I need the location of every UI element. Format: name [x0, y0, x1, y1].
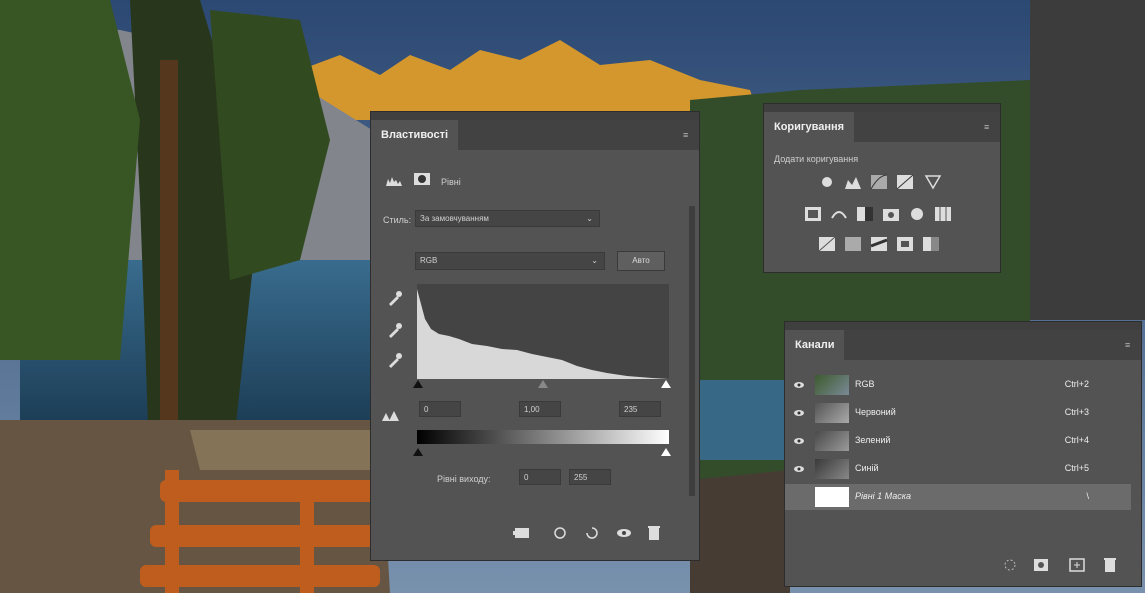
layer-type-label: Рівні: [441, 177, 461, 187]
clip-icon[interactable]: [513, 526, 531, 542]
output-levels-label: Рівні виходу:: [437, 474, 491, 484]
exposure-icon[interactable]: [896, 174, 914, 190]
properties-panel: Властивості ≡ Рівні Стиль: За замовчуван…: [371, 112, 699, 560]
panel-titlebar[interactable]: [785, 322, 1141, 330]
input-gamma-slider[interactable]: [538, 380, 548, 388]
color-balance-icon[interactable]: [830, 206, 848, 222]
view-previous-icon[interactable]: [551, 526, 569, 542]
tab-channels[interactable]: Канали: [785, 330, 845, 360]
channel-name: Рівні 1 Маска: [855, 491, 912, 501]
channel-thumbnail: [815, 431, 849, 451]
channel-name: Синій: [855, 463, 879, 473]
channels-panel: Канали ≡ RGB Ctrl+2 Червоний Ctrl+3 Зеле…: [785, 322, 1141, 586]
panel-tab-row: Властивості ≡: [371, 120, 699, 150]
histogram: [417, 284, 669, 379]
load-selection-icon[interactable]: [1003, 558, 1021, 574]
visibility-icon[interactable]: [615, 526, 633, 542]
output-white-field[interactable]: 255: [569, 469, 611, 485]
channel-row-levels-mask[interactable]: Рівні 1 Маска \: [785, 484, 1131, 510]
chevron-down-icon: ⌄: [586, 214, 593, 223]
channel-row-rgb[interactable]: RGB Ctrl+2: [785, 372, 1131, 398]
channel-mixer-icon[interactable]: [908, 206, 926, 222]
white-eyedropper-icon[interactable]: [387, 352, 405, 368]
panel-menu-icon[interactable]: ≡: [984, 122, 994, 132]
channel-dropdown[interactable]: RGB ⌄: [415, 252, 605, 270]
channel-shortcut: Ctrl+4: [1064, 435, 1089, 445]
tab-properties[interactable]: Властивості: [371, 120, 459, 150]
input-gamma-field[interactable]: 1,00: [519, 401, 561, 417]
levels-histogram-icon: [385, 174, 403, 190]
preset-label: Стиль:: [383, 215, 412, 225]
input-white-slider[interactable]: [661, 380, 671, 388]
channel-thumbnail: [815, 403, 849, 423]
levels-icon[interactable]: [844, 174, 862, 190]
chevron-down-icon: ⌄: [591, 256, 598, 265]
output-black-field[interactable]: 0: [519, 469, 561, 485]
add-adjustment-label: Додати коригування: [774, 154, 859, 164]
mask-thumbnail: [815, 487, 849, 507]
channel-shortcut: Ctrl+5: [1064, 463, 1089, 473]
panel-tab-row: Коригування ≡: [764, 112, 1000, 142]
gray-eyedropper-icon[interactable]: [387, 322, 405, 338]
mask-icon[interactable]: [413, 172, 431, 188]
channel-row-green[interactable]: Зелений Ctrl+4: [785, 428, 1131, 454]
clip-to-layer-icon[interactable]: [381, 408, 399, 424]
trash-icon[interactable]: [1103, 557, 1121, 573]
eye-icon[interactable]: [793, 407, 805, 419]
posterize-icon[interactable]: [844, 236, 862, 252]
color-lookup-icon[interactable]: [934, 206, 952, 222]
black-white-icon[interactable]: [856, 206, 874, 222]
panel-menu-icon[interactable]: ≡: [683, 130, 693, 140]
selective-color-icon[interactable]: [922, 236, 940, 252]
vibrance-icon[interactable]: [924, 174, 942, 190]
channel-name: RGB: [855, 379, 875, 389]
invert-icon[interactable]: [818, 236, 836, 252]
input-black-slider[interactable]: [413, 380, 423, 388]
panel-titlebar[interactable]: [764, 104, 1000, 112]
save-selection-icon[interactable]: [1033, 558, 1051, 574]
output-black-slider[interactable]: [413, 448, 423, 456]
curves-icon[interactable]: [870, 174, 888, 190]
input-white-field[interactable]: 235: [619, 401, 661, 417]
preset-dropdown[interactable]: За замовчуванням ⌄: [415, 210, 600, 227]
panel-titlebar[interactable]: [371, 112, 699, 120]
channel-thumbnail: [815, 375, 849, 395]
channel-shortcut: \: [1086, 491, 1089, 501]
auto-button[interactable]: Авто: [617, 251, 665, 271]
eye-icon[interactable]: [793, 379, 805, 391]
channel-value: RGB: [420, 256, 438, 265]
channel-name: Червоний: [855, 407, 896, 417]
channel-shortcut: Ctrl+2: [1064, 379, 1089, 389]
panel-tab-row: Канали ≡: [785, 330, 1141, 360]
hue-saturation-icon[interactable]: [804, 206, 822, 222]
panel-menu-icon[interactable]: ≡: [1125, 340, 1135, 350]
input-black-field[interactable]: 0: [419, 401, 461, 417]
reset-icon[interactable]: [583, 526, 601, 542]
brightness-contrast-icon[interactable]: [818, 174, 836, 190]
preset-value: За замовчуванням: [420, 214, 489, 223]
output-gradient: [417, 430, 669, 444]
trash-icon[interactable]: [647, 525, 665, 541]
photo-filter-icon[interactable]: [882, 206, 900, 222]
properties-scrollbar[interactable]: [689, 206, 695, 496]
new-channel-icon[interactable]: [1069, 558, 1087, 574]
output-white-slider[interactable]: [661, 448, 671, 456]
eye-icon[interactable]: [793, 463, 805, 475]
black-eyedropper-icon[interactable]: [387, 290, 405, 306]
channel-row-blue[interactable]: Синій Ctrl+5: [785, 456, 1131, 482]
channel-shortcut: Ctrl+3: [1064, 407, 1089, 417]
channel-name: Зелений: [855, 435, 891, 445]
tab-adjustments[interactable]: Коригування: [764, 112, 855, 142]
eye-icon[interactable]: [793, 435, 805, 447]
channel-thumbnail: [815, 459, 849, 479]
threshold-icon[interactable]: [870, 236, 888, 252]
channel-row-red[interactable]: Червоний Ctrl+3: [785, 400, 1131, 426]
gradient-map-icon[interactable]: [896, 236, 914, 252]
adjustments-panel: Коригування ≡ Додати коригування: [764, 104, 1000, 272]
